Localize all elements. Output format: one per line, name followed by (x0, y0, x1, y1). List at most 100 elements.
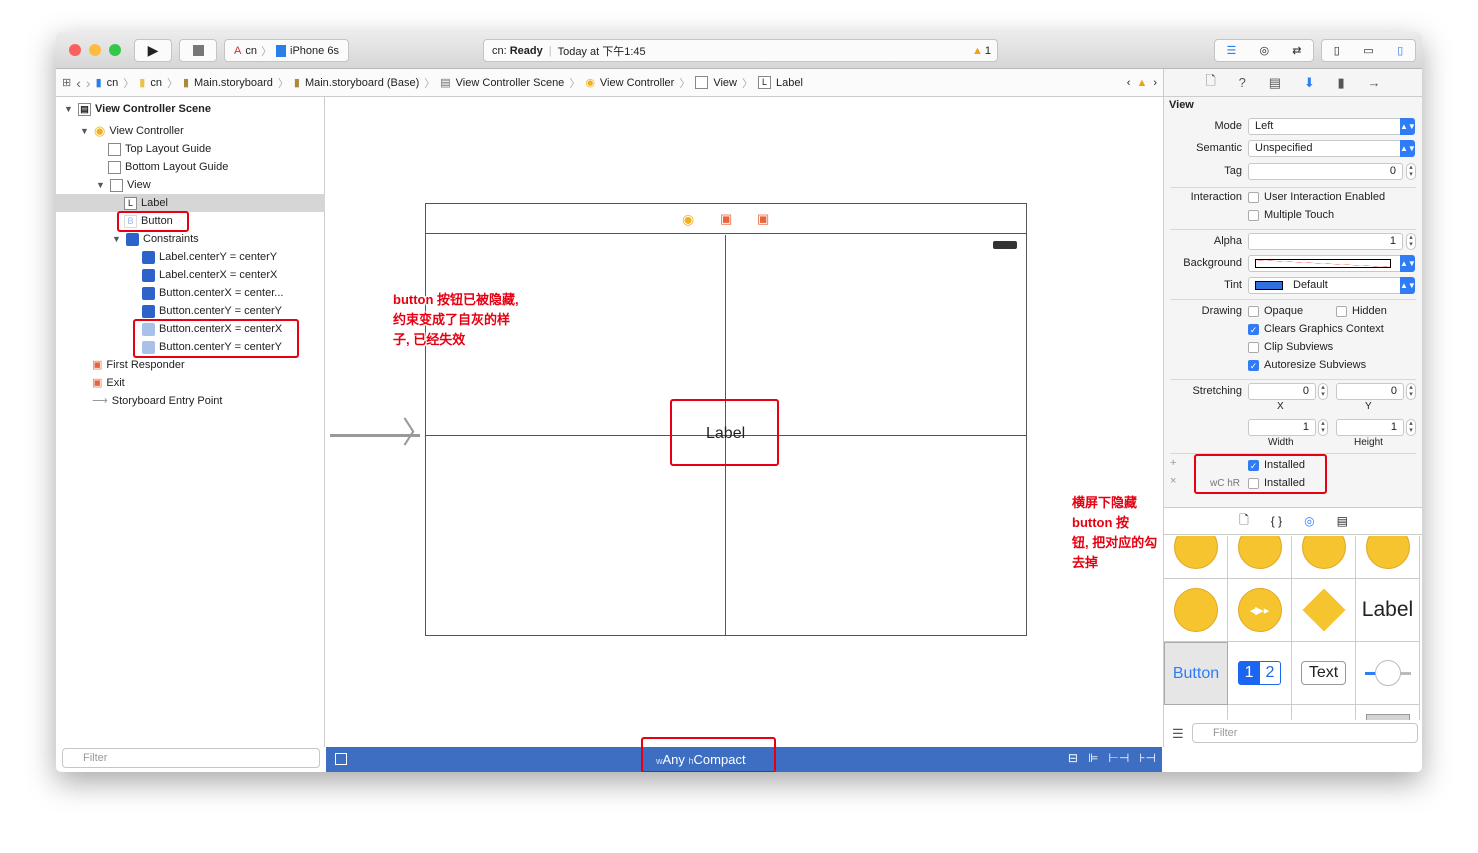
library-slider[interactable] (1356, 642, 1420, 705)
tag-stepper[interactable]: ▴ ▾ (1406, 163, 1416, 180)
stretch-y-field[interactable]: 0 (1336, 383, 1404, 400)
prev-issue-button[interactable]: ‹ (1127, 77, 1131, 89)
library-label[interactable]: Label (1356, 579, 1420, 642)
jump-item[interactable]: View Controller (600, 77, 674, 89)
run-button[interactable]: ▶ (134, 39, 172, 62)
file-template-icon[interactable]: 🗋 (1239, 511, 1249, 532)
stretch-width-stepper[interactable]: ▴ ▾ (1318, 419, 1328, 436)
version-editor-icon[interactable]: ⇄ (1292, 44, 1301, 57)
stretch-y-stepper[interactable]: ▴ ▾ (1406, 383, 1416, 400)
library-collection-vc[interactable] (1164, 536, 1228, 579)
standard-editor-icon[interactable]: ☰ (1227, 44, 1237, 57)
multiple-touch-checkbox[interactable]: Multiple Touch (1248, 209, 1334, 221)
outline-label[interactable]: L Label (56, 194, 325, 212)
remove-variation-icon[interactable]: × (1170, 475, 1176, 487)
library-filter-input[interactable]: Filter (1192, 723, 1418, 743)
object-library-icon[interactable]: ◎ (1304, 514, 1314, 528)
assistant-editor-icon[interactable]: ◎ (1260, 44, 1270, 57)
stretch-height-stepper[interactable]: ▴ ▾ (1406, 419, 1416, 436)
alpha-field[interactable]: 1 (1248, 233, 1403, 250)
pin-icon[interactable]: ⊢⊣ (1108, 751, 1129, 765)
jump-item[interactable]: Main.storyboard (Base) (305, 77, 419, 89)
related-items-icon[interactable]: ⊞ (62, 76, 71, 89)
zoom-button[interactable] (109, 44, 121, 56)
constraint-item[interactable]: Button.centerY = centerY (142, 302, 282, 320)
library-view[interactable] (1356, 705, 1420, 720)
scheme-selector[interactable]: Acn 〉 iPhone 6s (224, 39, 349, 62)
library-object[interactable] (1292, 579, 1356, 642)
help-inspector-icon[interactable]: ? (1239, 75, 1246, 90)
outline-view-controller[interactable]: ▼ ◉ View Controller (80, 122, 184, 140)
connections-inspector-icon[interactable]: → (1368, 75, 1381, 90)
align-icon[interactable]: ⊫ (1088, 751, 1098, 765)
outline-constraints[interactable]: ▼ Constraints (112, 230, 199, 248)
alpha-stepper[interactable]: ▴ ▾ (1406, 233, 1416, 250)
jump-item[interactable]: Label (776, 77, 803, 89)
library-segmented-control[interactable]: 12 (1228, 642, 1292, 705)
stretch-height-field[interactable]: 1 (1336, 419, 1404, 436)
stretch-x-stepper[interactable]: ▴ ▾ (1318, 383, 1328, 400)
identity-inspector-icon[interactable]: ▤ (1269, 75, 1281, 91)
outline-toggle-icon[interactable] (335, 753, 347, 765)
stretch-x-field[interactable]: 0 (1248, 383, 1316, 400)
exit-icon[interactable]: ▣ (757, 211, 769, 227)
background-color-popup[interactable]: ▲▼ (1248, 255, 1416, 272)
size-inspector-icon[interactable]: ▮ (1338, 75, 1345, 91)
clip-subviews-checkbox[interactable]: Clip Subviews (1248, 341, 1333, 353)
jump-item[interactable]: View (713, 77, 737, 89)
file-inspector-icon[interactable]: 🗋 (1205, 72, 1215, 94)
library-page-vc[interactable] (1356, 536, 1420, 579)
library-tabbar-vc[interactable] (1228, 536, 1292, 579)
tint-popup[interactable]: Default ▲▼ (1248, 277, 1416, 294)
resolve-icon[interactable]: ⊦⊣ (1139, 751, 1156, 765)
mode-popup[interactable]: Left ▲▼ (1248, 118, 1416, 135)
outline-exit[interactable]: ▣ Exit (92, 374, 125, 392)
stop-button[interactable] (179, 39, 217, 62)
warning-icon[interactable]: ▲ (1136, 77, 1147, 89)
outline-top-layout-guide[interactable]: Top Layout Guide (108, 140, 211, 158)
back-button[interactable]: ‹ (76, 75, 81, 91)
constraint-item[interactable]: Label.centerX = centerX (142, 266, 277, 284)
minimize-button[interactable] (89, 44, 101, 56)
view-controller-icon[interactable]: ◉ (682, 211, 694, 228)
outline-first-responder[interactable]: ▣ First Responder (92, 356, 185, 374)
library-button[interactable]: Button (1164, 642, 1228, 705)
jump-item[interactable]: View Controller Scene (456, 77, 565, 89)
warning-icon[interactable]: ▲ (972, 45, 983, 57)
media-library-icon[interactable]: ▤ (1337, 514, 1348, 528)
library-switch[interactable] (1164, 705, 1228, 720)
autoresize-checkbox[interactable]: ✓ Autoresize Subviews (1248, 359, 1366, 371)
library-text-field[interactable]: Text (1292, 642, 1356, 705)
semantic-popup[interactable]: Unspecified ▲▼ (1248, 140, 1416, 157)
outline-entry-point[interactable]: ⟶ Storyboard Entry Point (92, 392, 222, 410)
hidden-checkbox[interactable]: Hidden (1336, 305, 1387, 317)
library-progress-view[interactable] (1292, 705, 1356, 720)
code-snippet-icon[interactable]: { } (1271, 514, 1282, 528)
outline-view[interactable]: ▼ View (96, 176, 151, 194)
jump-item[interactable]: cn (107, 77, 119, 89)
add-variation-icon[interactable]: + (1170, 457, 1176, 469)
user-interaction-checkbox[interactable]: User Interaction Enabled (1248, 191, 1385, 203)
first-responder-icon[interactable]: ▣ (720, 211, 732, 227)
constraint-item[interactable]: Button.centerX = center... (142, 284, 283, 302)
library-glkit-vc[interactable] (1164, 579, 1228, 642)
navigator-toggle-icon[interactable]: ▯ (1334, 44, 1340, 57)
close-button[interactable] (69, 44, 81, 56)
utilities-toggle-icon[interactable]: ▯ (1397, 44, 1403, 57)
library-avkit-vc[interactable]: ◂▶▸ (1228, 579, 1292, 642)
library-activity-indicator[interactable]: ✺ (1228, 705, 1292, 720)
stack-icon[interactable]: ⊟ (1068, 751, 1078, 765)
jump-item[interactable]: Main.storyboard (194, 77, 273, 89)
debug-toggle-icon[interactable]: ▭ (1363, 44, 1373, 57)
jump-item[interactable]: cn (150, 77, 162, 89)
list-view-icon[interactable]: ☰ (1172, 726, 1184, 742)
forward-button[interactable]: › (86, 75, 91, 91)
outline-filter-input[interactable]: Filter (62, 748, 320, 768)
attributes-inspector-icon[interactable]: ⬇ (1304, 75, 1315, 91)
storyboard-canvas[interactable]: 〉 ◉ ▣ ▣ Label button 按钮已被隐藏, 约束变成了自灰的样 子, … (326, 97, 1162, 761)
constraint-item[interactable]: Label.centerY = centerY (142, 248, 277, 266)
opaque-checkbox[interactable]: Opaque (1248, 305, 1303, 317)
clears-graphics-checkbox[interactable]: ✓ Clears Graphics Context (1248, 323, 1384, 335)
outline-bottom-layout-guide[interactable]: Bottom Layout Guide (108, 158, 228, 176)
library-split-vc[interactable] (1292, 536, 1356, 579)
